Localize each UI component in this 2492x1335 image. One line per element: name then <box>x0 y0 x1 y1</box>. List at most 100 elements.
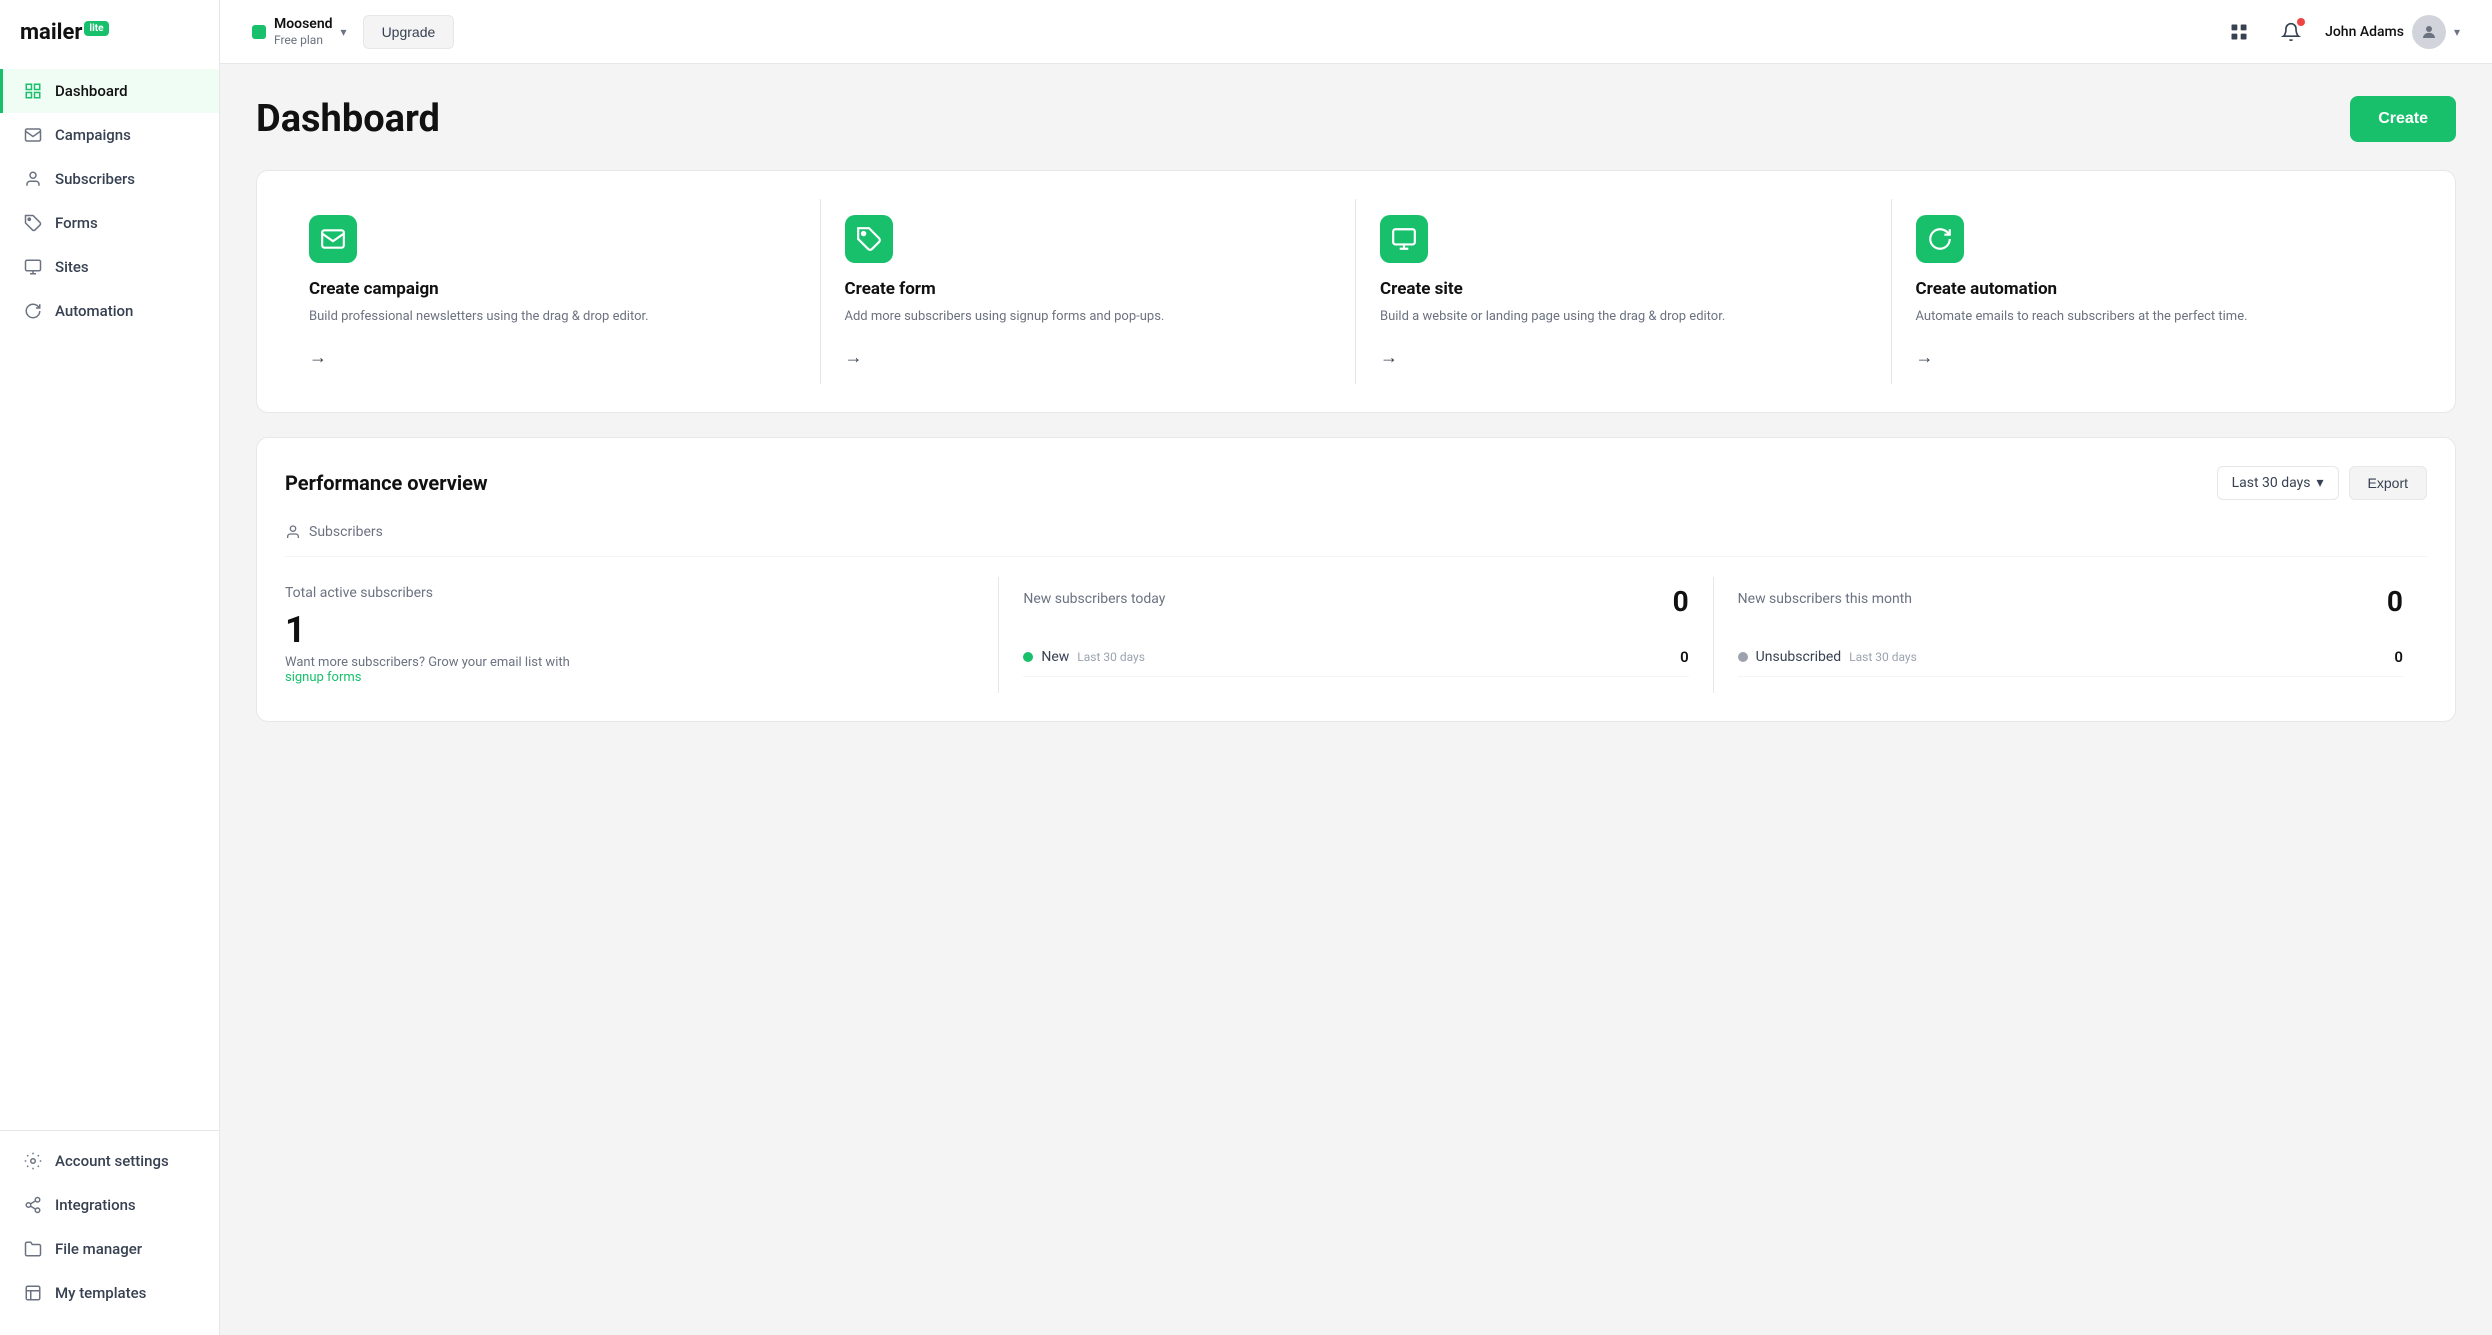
dashboard-icon <box>23 81 43 101</box>
sidebar-item-dashboard[interactable]: Dashboard <box>0 69 219 113</box>
campaigns-icon <box>23 125 43 145</box>
sidebar-item-sites[interactable]: Sites <box>0 245 219 289</box>
workspace-plan: Free plan <box>274 33 333 47</box>
integrations-icon <box>23 1195 43 1215</box>
period-label: Last 30 days <box>2232 475 2311 491</box>
unsubscribed-label: Unsubscribed Last 30 days <box>1738 649 1917 665</box>
total-active-sub: Want more subscribers? Grow your email l… <box>285 655 974 685</box>
sub-stat-new: New Last 30 days 0 <box>1023 638 1688 677</box>
automation-title: Create automation <box>1916 279 2404 299</box>
sidebar-label-subscribers: Subscribers <box>55 170 135 188</box>
campaign-title: Create campaign <box>309 279 796 299</box>
new-month-label: New subscribers this month <box>1738 591 1912 607</box>
sidebar-label-sites: Sites <box>55 258 89 276</box>
sub-stats-right: Unsubscribed Last 30 days 0 <box>1738 638 2403 677</box>
dot-gray-icon <box>1738 652 1748 662</box>
period-selector[interactable]: Last 30 days ▾ <box>2217 466 2339 500</box>
upgrade-button[interactable]: Upgrade <box>363 15 455 49</box>
performance-card: Performance overview Last 30 days ▾ Expo… <box>256 437 2456 722</box>
sidebar-label-integrations: Integrations <box>55 1196 136 1214</box>
sidebar-label-account-settings: Account settings <box>55 1152 169 1170</box>
form-desc: Add more subscribers using signup forms … <box>845 307 1332 327</box>
logo: mailerlite <box>0 20 219 69</box>
campaign-desc: Build professional newsletters using the… <box>309 307 796 327</box>
workspace-dot <box>252 25 266 39</box>
form-arrow-icon: → <box>845 347 1332 368</box>
page-content: Dashboard Create Create campaign Build p… <box>220 64 2492 1335</box>
dot-green-icon <box>1023 652 1033 662</box>
subscribers-section-label: Subscribers <box>285 524 2427 557</box>
total-active-value: 1 <box>285 609 974 651</box>
sidebar-item-campaigns[interactable]: Campaigns <box>0 113 219 157</box>
sidebar-label-dashboard: Dashboard <box>55 82 128 100</box>
new-today-value: 0 <box>1673 585 1689 618</box>
main-content: Moosend Free plan ▾ Upgrade John Adams ▾ <box>220 0 2492 1335</box>
sidebar-item-my-templates[interactable]: My templates <box>0 1271 219 1315</box>
site-icon <box>1380 215 1428 263</box>
sidebar-item-subscribers[interactable]: Subscribers <box>0 157 219 201</box>
apps-icon-button[interactable] <box>2221 14 2257 50</box>
automation-qa-icon <box>1916 215 1964 263</box>
topbar-right: John Adams ▾ <box>2221 14 2460 50</box>
new-month-value: 0 <box>2387 585 2403 618</box>
workspace-info: Moosend Free plan <box>274 16 333 47</box>
sidebar-label-forms: Forms <box>55 214 98 232</box>
new-today-label: New subscribers today <box>1023 591 1165 607</box>
subscribers-icon <box>23 169 43 189</box>
campaign-arrow-icon: → <box>309 347 796 368</box>
sidebar-item-automation[interactable]: Automation <box>0 289 219 333</box>
avatar <box>2412 15 2446 49</box>
workspace-selector[interactable]: Moosend Free plan ▾ <box>252 16 347 47</box>
notifications-icon-button[interactable] <box>2273 14 2309 50</box>
subscribers-section-text: Subscribers <box>309 524 383 540</box>
automation-desc: Automate emails to reach subscribers at … <box>1916 307 2404 327</box>
sidebar-item-account-settings[interactable]: Account settings <box>0 1139 219 1183</box>
site-desc: Build a website or landing page using th… <box>1380 307 1867 327</box>
page-header: Dashboard Create <box>256 96 2456 142</box>
sidebar: mailerlite Dashboard Campaigns Subscribe… <box>0 0 220 1335</box>
stat-new-today-block: New subscribers today 0 New Last 30 days… <box>999 577 1712 693</box>
period-chevron-icon: ▾ <box>2317 475 2324 491</box>
create-button[interactable]: Create <box>2350 96 2456 142</box>
workspace-name: Moosend <box>274 16 333 33</box>
logo-text: mailerlite <box>20 20 109 45</box>
user-name: John Adams <box>2325 24 2404 40</box>
quick-action-automation[interactable]: Create automation Automate emails to rea… <box>1892 199 2428 384</box>
user-profile[interactable]: John Adams ▾ <box>2325 15 2460 49</box>
sub-stat-unsubscribed: Unsubscribed Last 30 days 0 <box>1738 638 2403 677</box>
new-label: New Last 30 days <box>1023 649 1145 665</box>
sidebar-item-file-manager[interactable]: File manager <box>0 1227 219 1271</box>
campaign-icon <box>309 215 357 263</box>
export-button[interactable]: Export <box>2349 466 2427 500</box>
automation-icon <box>23 301 43 321</box>
sidebar-label-campaigns: Campaigns <box>55 126 131 144</box>
file-manager-icon <box>23 1239 43 1259</box>
sidebar-label-my-templates: My templates <box>55 1284 146 1302</box>
form-title: Create form <box>845 279 1332 299</box>
forms-icon <box>23 213 43 233</box>
sub-stats-left: New Last 30 days 0 <box>1023 638 1688 677</box>
stat-new-month-block: New subscribers this month 0 Unsubscribe… <box>1714 577 2427 693</box>
page-title: Dashboard <box>256 97 440 141</box>
notification-dot <box>2297 18 2305 26</box>
total-active-label: Total active subscribers <box>285 585 974 601</box>
quick-actions-grid: Create campaign Build professional newsl… <box>256 170 2456 413</box>
quick-action-form[interactable]: Create form Add more subscribers using s… <box>821 199 1357 384</box>
templates-icon <box>23 1283 43 1303</box>
quick-action-campaign[interactable]: Create campaign Build professional newsl… <box>285 199 821 384</box>
sidebar-item-forms[interactable]: Forms <box>0 201 219 245</box>
sidebar-item-integrations[interactable]: Integrations <box>0 1183 219 1227</box>
sidebar-label-file-manager: File manager <box>55 1240 142 1258</box>
signup-forms-link[interactable]: signup forms <box>285 670 362 685</box>
site-arrow-icon: → <box>1380 347 1867 368</box>
form-icon <box>845 215 893 263</box>
quick-action-site[interactable]: Create site Build a website or landing p… <box>1356 199 1892 384</box>
unsubscribed-value: 0 <box>2394 648 2403 666</box>
sidebar-label-automation: Automation <box>55 302 133 320</box>
automation-arrow-icon: → <box>1916 347 2404 368</box>
stat-total-active: Total active subscribers 1 Want more sub… <box>285 577 998 693</box>
site-title: Create site <box>1380 279 1867 299</box>
user-chevron-icon: ▾ <box>2454 25 2460 39</box>
settings-icon <box>23 1151 43 1171</box>
performance-title: Performance overview <box>285 471 488 495</box>
